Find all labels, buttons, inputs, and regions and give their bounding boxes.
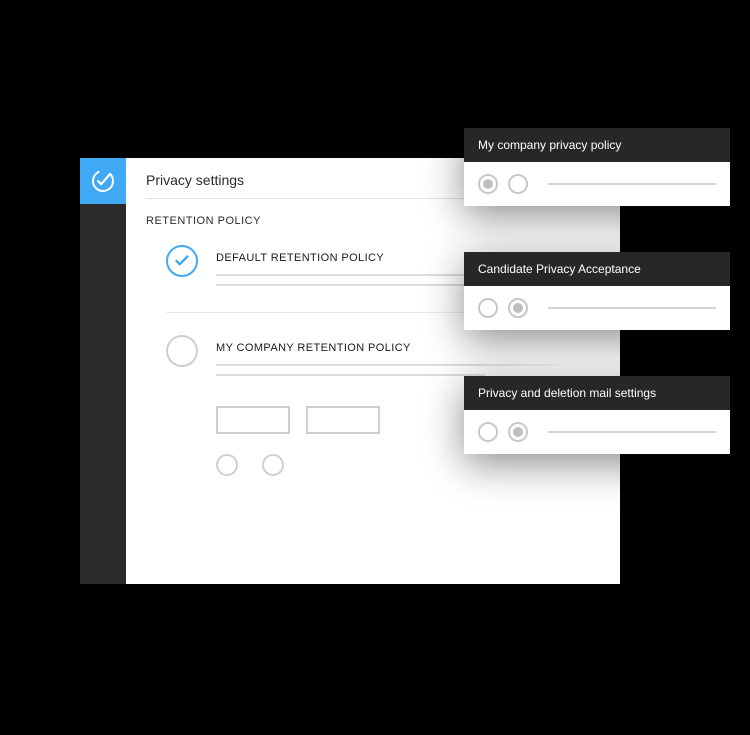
- card-title: My company privacy policy: [464, 128, 730, 162]
- card-privacy-deletion-mail-settings: Privacy and deletion mail settings: [464, 376, 730, 454]
- placeholder-line: [216, 284, 485, 286]
- card-body: [464, 286, 730, 330]
- option-title: MY COMPANY RETENTION POLICY: [216, 342, 600, 354]
- main-panel: Privacy settings RETENTION POLICY DEFAUL…: [126, 158, 620, 584]
- radio-option[interactable]: [478, 174, 498, 194]
- radio-option[interactable]: [216, 454, 238, 476]
- placeholder-line: [216, 374, 485, 376]
- settings-window: Privacy settings RETENTION POLICY DEFAUL…: [80, 158, 620, 584]
- card-body: [464, 410, 730, 454]
- checkmark-circle-icon: [89, 167, 117, 195]
- input-field[interactable]: [216, 406, 290, 434]
- input-field[interactable]: [306, 406, 380, 434]
- placeholder-line: [548, 431, 716, 433]
- placeholder-line: [216, 364, 562, 366]
- radio-option[interactable]: [478, 298, 498, 318]
- checkmark-icon: [173, 252, 191, 270]
- radio-option[interactable]: [508, 174, 528, 194]
- placeholder-line: [548, 307, 716, 309]
- card-title: Candidate Privacy Acceptance: [464, 252, 730, 286]
- radio-option[interactable]: [508, 422, 528, 442]
- radio-option[interactable]: [262, 454, 284, 476]
- card-candidate-privacy-acceptance: Candidate Privacy Acceptance: [464, 252, 730, 330]
- radio-option[interactable]: [508, 298, 528, 318]
- sidebar: [80, 158, 126, 584]
- card-company-privacy-policy: My company privacy policy: [464, 128, 730, 206]
- radio-selected-icon: [166, 245, 198, 277]
- card-title: Privacy and deletion mail settings: [464, 376, 730, 410]
- radio-unselected-icon: [166, 335, 198, 367]
- card-body: [464, 162, 730, 206]
- app-logo-tile[interactable]: [80, 158, 126, 204]
- radio-option[interactable]: [478, 422, 498, 442]
- placeholder-line: [548, 183, 716, 185]
